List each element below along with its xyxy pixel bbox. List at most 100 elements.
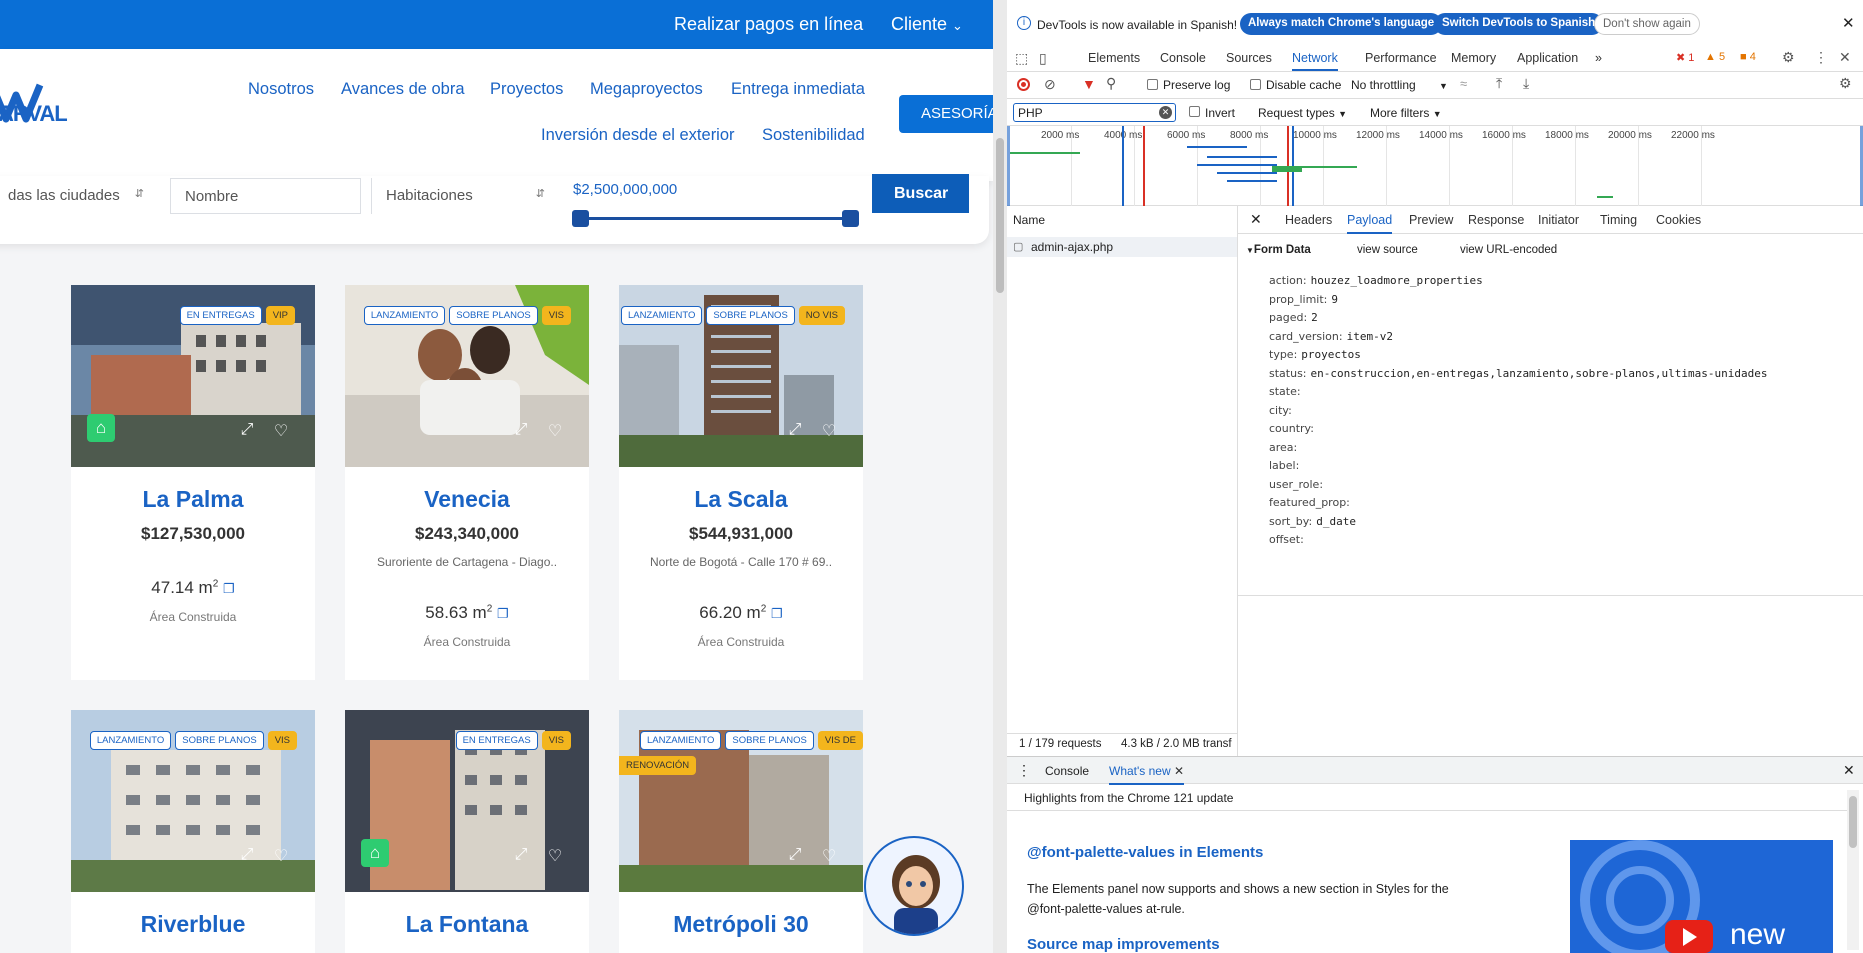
chat-assistant-avatar[interactable] [864,836,964,936]
clear-filter-icon[interactable]: ✕ [1159,106,1172,119]
tab-performance[interactable]: Performance [1365,51,1437,65]
drawer-tab-whats-new[interactable]: What's new ✕ [1109,764,1185,785]
heart-icon[interactable]: ♡ [270,421,292,443]
expand-icon[interactable]: ⤢ [784,421,806,443]
export-har-icon[interactable]: ⤓ [1523,75,1529,92]
nav-avances-de-obra[interactable]: Avances de obra [341,80,465,99]
tab-payload[interactable]: Payload [1347,213,1393,234]
price-slider-min-handle[interactable] [572,210,589,227]
client-menu[interactable]: Cliente ⌄ [891,14,963,35]
drawer-menu-icon[interactable]: ⋮ [1017,762,1031,779]
record-icon[interactable] [1017,78,1030,91]
city-select[interactable]: das las ciudades ⇵ [0,178,156,214]
rooms-select[interactable]: Habitaciones ⇵ [371,178,557,214]
property-image[interactable]: LANZAMIENTO SOBRE PLANOS VIS ⤢ ♡ [71,710,315,892]
form-data-toggle[interactable]: ▼Form Data [1246,244,1311,256]
heart-icon[interactable]: ♡ [544,421,566,443]
tab-initiator[interactable]: Initiator [1538,213,1579,227]
property-title[interactable]: La Scala [619,486,863,513]
search-icon[interactable]: ⚲ [1106,75,1116,92]
form-data-row[interactable]: offset: [1269,533,1308,546]
heart-icon[interactable]: ♡ [270,846,292,868]
view-source-link[interactable]: view source [1357,244,1418,256]
view-url-encoded-link[interactable]: view URL-encoded [1460,244,1557,256]
inspect-icon[interactable]: ⬚ [1015,50,1028,67]
disable-cache-checkbox[interactable] [1250,79,1261,90]
nav-megaproyectos[interactable]: Megaproyectos [590,80,703,99]
property-title[interactable]: Venecia [345,486,589,513]
tab-sources[interactable]: Sources [1226,51,1272,65]
property-image[interactable]: EN ENTREGAS VIP ⌂ ⤢ ♡ [71,285,315,467]
filter-input[interactable]: PHP ✕ [1013,103,1176,122]
form-data-row[interactable]: state: [1269,385,1305,398]
asesoria-button[interactable]: ASESORÍA [899,95,993,133]
request-types-dropdown[interactable]: Request types ▼ [1258,106,1347,120]
tab-cookies[interactable]: Cookies [1656,213,1701,227]
invert-checkbox[interactable] [1189,106,1200,117]
page-scrollbar[interactable] [993,0,1007,953]
tab-elements[interactable]: Elements [1088,51,1140,65]
filter-icon[interactable]: ▼ [1082,76,1096,92]
form-data-row[interactable]: status: en-construccion,en-entregas,lanza… [1269,367,1767,380]
nav-sostenibilidad[interactable]: Sostenibilidad [762,126,865,145]
network-conditions-icon[interactable]: ≈ [1460,76,1467,91]
close-tab-icon[interactable]: ✕ [1174,764,1184,778]
close-devtools-icon[interactable]: ✕ [1839,49,1851,66]
property-title[interactable]: Riverblue [71,911,315,938]
property-image[interactable]: EN ENTREGAS VIS ⌂ ⤢ ♡ [345,710,589,892]
request-row[interactable]: ▢ admin-ajax.php [1007,237,1237,257]
name-column-header[interactable]: Name [1013,213,1045,227]
preserve-log-checkbox[interactable] [1147,79,1158,90]
form-data-row[interactable]: area: [1269,441,1301,454]
kebab-menu-icon[interactable]: ⋮ [1814,49,1828,66]
search-button[interactable]: Buscar [872,174,969,213]
close-icon[interactable]: ✕ [1842,14,1855,32]
heart-icon[interactable]: ♡ [818,846,840,868]
form-data-row[interactable]: type: proyectos [1269,348,1361,361]
import-har-icon[interactable]: ⤒ [1496,75,1502,92]
price-slider-max-handle[interactable] [842,210,859,227]
property-image[interactable]: LANZAMIENTO SOBRE PLANOS VIS DE RENOVACI… [619,710,863,892]
property-title[interactable]: La Palma [71,486,315,513]
warning-count[interactable]: ▲ 5 [1705,51,1725,63]
switch-spanish-button[interactable]: Switch DevTools to Spanish [1434,13,1604,35]
heart-icon[interactable]: ♡ [544,846,566,868]
form-data-row[interactable]: featured_prop: [1269,496,1354,509]
close-drawer-icon[interactable]: ✕ [1843,762,1855,779]
tab-application[interactable]: Application [1517,51,1578,65]
heart-icon[interactable]: ♡ [818,421,840,443]
expand-icon[interactable]: ⤢ [510,846,532,868]
feature-heading-1[interactable]: @font-palette-values in Elements [1027,844,1263,861]
nav-entrega-inmediata[interactable]: Entrega inmediata [731,80,865,99]
expand-icon[interactable]: ⤢ [784,846,806,868]
property-card[interactable]: LANZAMIENTO SOBRE PLANOS NO VIS ⤢ ♡ La S… [619,285,863,680]
form-data-row[interactable]: user_role: [1269,478,1327,491]
form-data-row[interactable]: paged: 2 [1269,311,1318,324]
form-data-row[interactable]: card_version: item-v2 [1269,330,1393,343]
drawer-tab-console[interactable]: Console [1045,764,1089,778]
network-settings-icon[interactable]: ⚙ [1839,75,1852,92]
form-data-row[interactable]: prop_limit: 9 [1269,293,1338,306]
tab-timing[interactable]: Timing [1600,213,1637,227]
property-card[interactable]: LANZAMIENTO SOBRE PLANOS VIS DE RENOVACI… [619,710,863,953]
form-data-row[interactable]: sort_by: d_date [1269,515,1356,528]
network-overview-timeline[interactable]: 2000 ms 4000 ms 6000 ms 8000 ms 10000 ms 1200… [1007,126,1863,206]
whats-new-video-thumbnail[interactable]: new [1570,840,1833,953]
settings-gear-icon[interactable]: ⚙ [1782,49,1795,66]
form-data-row[interactable]: action: houzez_loadmore_properties [1269,274,1483,287]
name-input[interactable]: Nombre [170,178,361,214]
match-language-button[interactable]: Always match Chrome's language [1240,13,1443,35]
error-count[interactable]: ✖ 1 [1676,51,1694,64]
price-slider-track[interactable] [580,217,850,220]
more-filters-dropdown[interactable]: More filters ▼ [1370,106,1442,120]
nav-proyectos[interactable]: Proyectos [490,80,563,99]
dont-show-again-button[interactable]: Don't show again [1594,13,1700,35]
scrollbar-thumb[interactable] [996,138,1004,293]
property-title[interactable]: Metrópoli 30 [619,911,863,938]
form-data-row[interactable]: country: [1269,422,1318,435]
throttling-select[interactable]: No throttling ▼ [1351,78,1448,92]
form-data-row[interactable]: label: [1269,459,1303,472]
expand-icon[interactable]: ⤢ [510,421,532,443]
tab-console[interactable]: Console [1160,51,1206,65]
panel-scrollbar[interactable] [1847,790,1859,950]
